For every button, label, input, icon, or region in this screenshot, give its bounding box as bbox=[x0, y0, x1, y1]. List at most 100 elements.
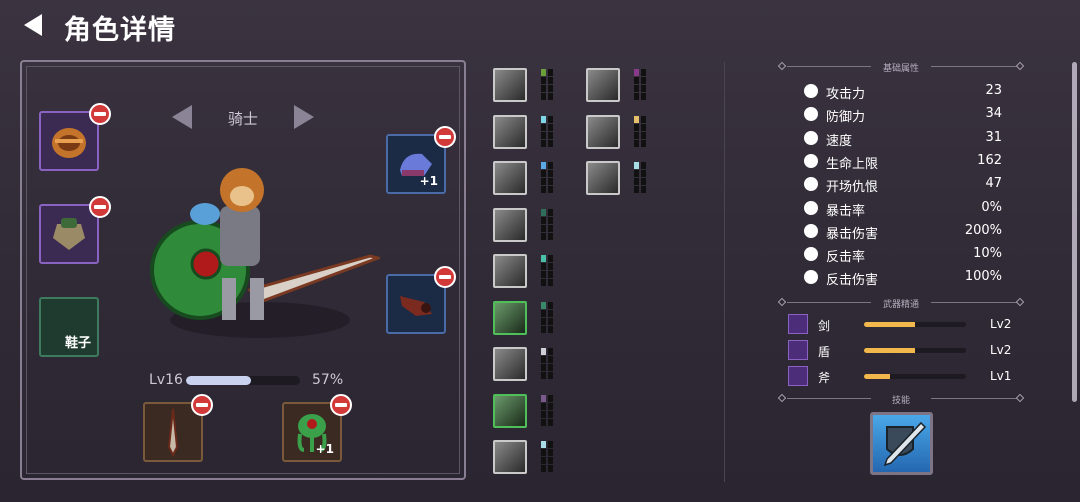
charge-icon[interactable] bbox=[493, 207, 527, 242]
skill-pip bbox=[541, 178, 546, 185]
skill-pip bbox=[641, 85, 646, 92]
skill-pip bbox=[541, 131, 546, 139]
top-bar: 角色详情 bbox=[0, 0, 1080, 52]
stat-label: 反击率 bbox=[826, 250, 866, 266]
axe-mastery-icon bbox=[788, 366, 808, 386]
skill-pip bbox=[548, 394, 553, 402]
skill-pip bbox=[541, 348, 546, 355]
shoes-slot[interactable]: 鞋子 bbox=[39, 297, 99, 357]
skill-pip bbox=[548, 356, 553, 363]
skill-pip bbox=[541, 77, 546, 84]
skill-pip bbox=[548, 178, 553, 185]
skill-pip bbox=[541, 418, 546, 426]
panel-divider bbox=[724, 62, 725, 482]
wings-icon[interactable] bbox=[586, 161, 620, 195]
character-portrait bbox=[140, 160, 384, 360]
strike-icon[interactable] bbox=[493, 114, 527, 149]
skill-pip bbox=[541, 162, 546, 169]
eye-icon[interactable] bbox=[493, 254, 527, 288]
stat-value: 0% bbox=[981, 199, 1002, 215]
skill-pip bbox=[548, 69, 553, 76]
skill-pip bbox=[634, 131, 639, 139]
remove-helmet-button[interactable] bbox=[89, 103, 111, 125]
section-line bbox=[787, 302, 871, 303]
skill-pips bbox=[634, 69, 648, 101]
stat-label: 暴击伤害 bbox=[826, 226, 879, 242]
remove-gauntlet-button[interactable] bbox=[434, 126, 456, 148]
section-line bbox=[931, 398, 1017, 399]
skill-pip bbox=[548, 279, 553, 286]
skill-pip bbox=[541, 170, 546, 177]
shield-slot[interactable]: +1 bbox=[282, 394, 352, 462]
skill-pip bbox=[641, 178, 646, 185]
shield-icon bbox=[802, 105, 820, 123]
skill-pips bbox=[634, 162, 648, 194]
main-skill-button[interactable] bbox=[870, 412, 933, 475]
weapon-slot[interactable] bbox=[143, 394, 213, 462]
stat-label: 生命上限 bbox=[826, 156, 879, 172]
stat-value: 47 bbox=[985, 176, 1002, 192]
skill-pip bbox=[541, 232, 546, 240]
skill-pips bbox=[541, 301, 555, 334]
counter-damage-icon bbox=[802, 268, 820, 286]
skill-pip bbox=[641, 123, 646, 131]
skill-pip bbox=[541, 186, 546, 193]
skill-pip bbox=[641, 115, 646, 123]
skill-pip bbox=[541, 394, 546, 402]
shield-mastery-icon bbox=[788, 340, 808, 360]
stat-label: 攻击力 bbox=[826, 87, 866, 102]
skill-pip bbox=[548, 364, 553, 371]
bracer-slot[interactable] bbox=[386, 266, 456, 334]
shield-sword-skill-icon bbox=[883, 421, 927, 467]
mastery-label: 斧 bbox=[818, 371, 831, 385]
skill-pip bbox=[541, 123, 546, 131]
mastery-bar-fill bbox=[864, 322, 915, 327]
chest-icon[interactable] bbox=[493, 300, 527, 335]
mastery-bar bbox=[864, 374, 966, 379]
skill-pip bbox=[548, 232, 553, 240]
skill-pip bbox=[548, 255, 553, 262]
gauntlet-slot[interactable]: +1 bbox=[386, 126, 456, 194]
burst-icon[interactable] bbox=[493, 161, 527, 195]
beast-icon[interactable] bbox=[493, 393, 527, 428]
prev-class-arrow-icon[interactable] bbox=[170, 103, 194, 131]
mastery-label: 剑 bbox=[818, 319, 831, 333]
hood-icon[interactable] bbox=[586, 68, 620, 102]
skill-pip bbox=[548, 139, 553, 147]
skill-pip bbox=[541, 93, 546, 100]
skill-pip bbox=[541, 224, 546, 232]
skull-icon bbox=[802, 175, 820, 193]
skill-pip bbox=[541, 441, 546, 448]
next-class-arrow-icon[interactable] bbox=[292, 103, 316, 131]
armor-slot[interactable] bbox=[39, 196, 111, 264]
abilities-heading: 技能 bbox=[891, 396, 910, 406]
section-line bbox=[787, 398, 871, 399]
skill-pip bbox=[548, 208, 553, 216]
skill-pip bbox=[548, 186, 553, 193]
skill-pip bbox=[548, 317, 553, 325]
skill-pip bbox=[548, 325, 553, 333]
remove-weapon-button[interactable] bbox=[191, 394, 213, 416]
skill-pip bbox=[541, 115, 546, 123]
skill-pip bbox=[541, 449, 546, 456]
back-button[interactable] bbox=[18, 10, 48, 40]
skill-pip bbox=[548, 449, 553, 456]
skill-pip bbox=[548, 418, 553, 426]
remove-bracer-button[interactable] bbox=[434, 266, 456, 288]
axe-swing-icon[interactable] bbox=[493, 347, 527, 381]
remove-armor-button[interactable] bbox=[89, 196, 111, 218]
scrollbar[interactable] bbox=[1072, 62, 1077, 402]
remove-shield-button[interactable] bbox=[330, 394, 352, 416]
skill-pip bbox=[548, 131, 553, 139]
skill-pip bbox=[641, 170, 646, 177]
section-diamond-icon bbox=[1015, 393, 1025, 403]
claw-icon[interactable] bbox=[586, 114, 620, 149]
helmet-slot[interactable] bbox=[39, 103, 111, 171]
skill-pip bbox=[548, 301, 553, 309]
mastery-level: Lv2 bbox=[990, 343, 1012, 357]
slash-icon[interactable] bbox=[493, 440, 527, 474]
skill-pip bbox=[548, 85, 553, 92]
stat-row: 攻击力 23 bbox=[802, 81, 1012, 102]
skill-pip bbox=[541, 271, 546, 278]
berserker-icon[interactable] bbox=[493, 68, 527, 102]
